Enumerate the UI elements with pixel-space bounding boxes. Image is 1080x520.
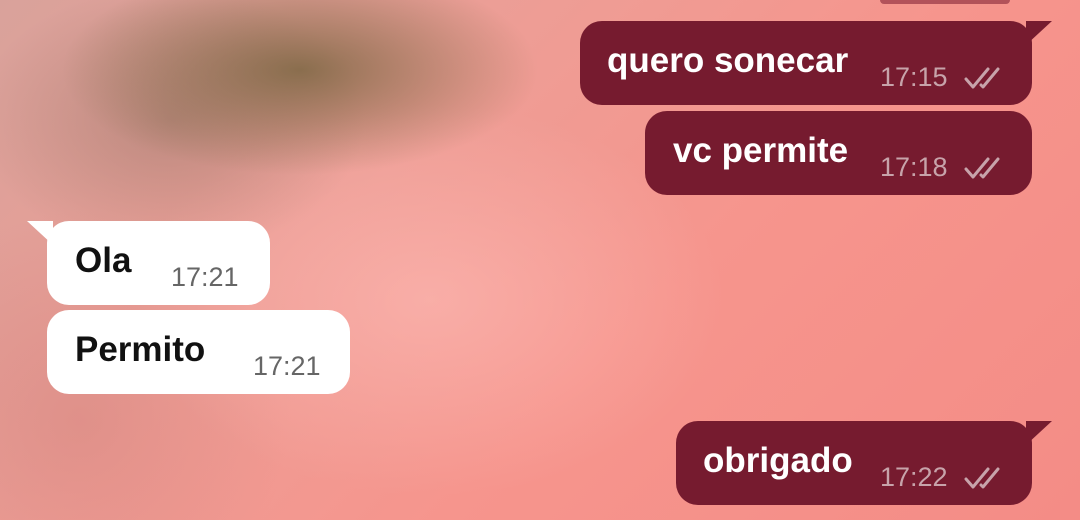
message-text: Ola — [75, 241, 132, 280]
bubble-tail — [27, 221, 53, 245]
message-time: 17:22 — [880, 462, 948, 492]
message-text: quero sonecar — [607, 41, 849, 80]
message-time: 17:21 — [171, 262, 239, 292]
message-time: 17:15 — [880, 62, 948, 92]
message-bubble-incoming[interactable]: Permito 17:21 — [47, 310, 350, 394]
message-bubble-outgoing[interactable]: obrigado 17:22 — [676, 421, 1052, 505]
message-bubble-outgoing[interactable]: vc permite 17:18 — [645, 111, 1032, 195]
double-check-icon — [964, 467, 1000, 489]
message-text: vc permite — [673, 131, 849, 170]
bubble-tail — [1026, 421, 1052, 445]
message-bubble-incoming[interactable]: Ola 17:21 — [27, 221, 270, 305]
message-time: 17:18 — [880, 152, 948, 182]
double-check-icon — [964, 157, 1000, 179]
double-check-icon — [964, 67, 1000, 89]
message-text: obrigado — [703, 441, 853, 480]
message-time: 17:21 — [253, 351, 321, 381]
message-text: Permito — [75, 330, 206, 369]
message-bubble-outgoing[interactable]: quero sonecar 17:15 — [580, 21, 1052, 105]
previous-message-edge — [880, 0, 1010, 4]
bubble-tail — [1026, 21, 1052, 45]
